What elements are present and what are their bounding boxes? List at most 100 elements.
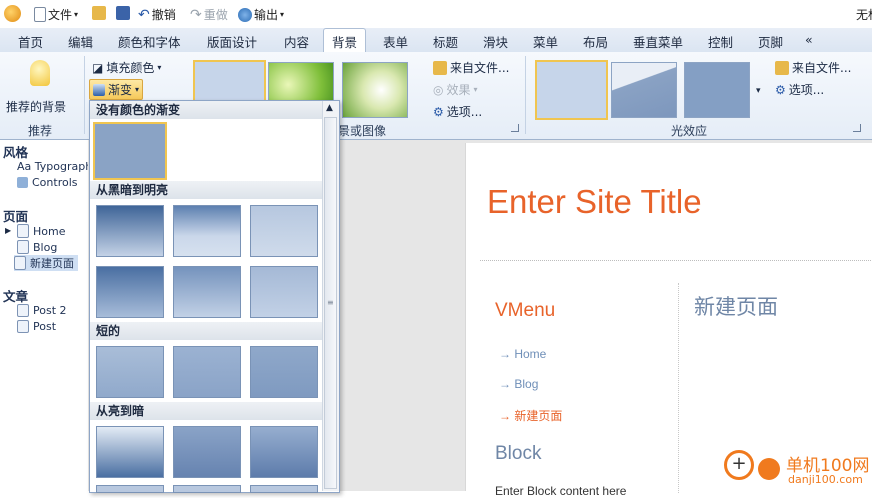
effects-button[interactable]: ◎ 效果 ▾ <box>433 81 478 98</box>
redo-button[interactable]: ↷ 重做 <box>190 6 228 23</box>
globe-icon <box>238 7 252 22</box>
vmenu-item-new-page[interactable]: → 新建页面 <box>499 407 562 424</box>
page-item-blog[interactable]: Blog <box>17 240 57 254</box>
file-menu-button[interactable]: 文件 ▾ <box>34 6 78 23</box>
vmenu-item-home[interactable]: → Home <box>499 347 546 361</box>
posts-section-title: 文章 <box>3 289 29 304</box>
gradient-swatch[interactable] <box>250 346 318 398</box>
gradient-swatch[interactable] <box>173 205 241 257</box>
folder-icon <box>433 60 447 75</box>
light-thumb-2[interactable] <box>611 62 677 118</box>
page-item-home[interactable]: Home <box>17 224 65 238</box>
gradient-swatch[interactable] <box>173 485 241 493</box>
gradient-swatch[interactable] <box>96 346 164 398</box>
typography-item[interactable]: Aa Typography <box>17 160 99 173</box>
header-divider <box>480 260 872 261</box>
post-item-post2[interactable]: Post 2 <box>17 304 67 317</box>
expand-arrow-icon[interactable]: ▶ <box>5 226 11 235</box>
scroll-up-icon[interactable]: ▲ <box>326 103 333 113</box>
from-file-button-1[interactable]: 来自文件... <box>433 59 509 76</box>
from-file-button-2[interactable]: 来自文件... <box>775 59 851 76</box>
left-panel: 风格 Aa Typography Controls 页面 ▶ Home Blog… <box>0 140 99 491</box>
gradient-swatch[interactable] <box>93 122 167 180</box>
scrollbar-thumb[interactable]: ≡ <box>324 117 337 489</box>
options-icon: ⚙ <box>775 82 786 97</box>
folder-icon <box>775 60 789 75</box>
gradient-swatch[interactable] <box>96 205 164 257</box>
tabs-collapse-button[interactable]: « <box>805 32 813 47</box>
undo-button[interactable]: ↶ 撤销 <box>138 6 176 23</box>
gradient-dropdown[interactable]: 没有颜色的渐变 从黑暗到明亮 短的 从亮到暗 ▲ ≡ <box>89 100 340 493</box>
light-thumb-1[interactable] <box>535 60 608 120</box>
tab-controls[interactable]: 控制 <box>708 32 733 51</box>
tab-background[interactable]: 背景 <box>323 28 367 55</box>
gradient-swatch[interactable] <box>250 426 318 478</box>
gradient-swatch[interactable] <box>173 426 241 478</box>
gallery-more-button[interactable]: ▾ <box>756 86 761 96</box>
watermark-circle-icon <box>758 458 780 480</box>
options-button-2[interactable]: ⚙ 选项... <box>775 81 824 98</box>
quick-access-toolbar: 文件▾ ↶ 撤销 ↷ 重做 输出▾ 无标 <box>0 0 872 28</box>
page-heading: 新建页面 <box>694 295 778 319</box>
vmenu-title: VMenu <box>495 300 556 321</box>
gradient-swatch[interactable] <box>250 205 318 257</box>
light-thumb-3[interactable] <box>684 62 750 118</box>
gradient-swatch[interactable] <box>96 266 164 318</box>
dropdown-scrollbar[interactable]: ▲ ≡ <box>322 101 339 491</box>
gradient-swatch[interactable] <box>250 266 318 318</box>
save-button[interactable] <box>116 6 130 20</box>
options-icon: ⚙ <box>433 104 444 119</box>
gradient-swatch[interactable] <box>96 485 164 493</box>
tab-forms[interactable]: 表单 <box>383 32 408 51</box>
open-button[interactable] <box>92 6 106 20</box>
fill-color-button[interactable]: ◪ 填充颜色 ▾ <box>92 59 161 76</box>
controls-item[interactable]: Controls <box>17 176 78 189</box>
section-short: 短的 <box>90 322 322 340</box>
group-launcher[interactable] <box>511 124 519 132</box>
gradient-icon <box>93 83 105 96</box>
gradient-swatch[interactable] <box>96 426 164 478</box>
section-dark-to-light: 从黑暗到明亮 <box>90 181 322 199</box>
tab-content[interactable]: 内容 <box>284 32 309 51</box>
tab-slider[interactable]: 滑块 <box>483 32 508 51</box>
site-title[interactable]: Enter Site Title <box>487 183 702 221</box>
watermark: + 单机100网 danji100.com <box>722 447 872 491</box>
window-title: 无标 <box>856 8 872 22</box>
ribbon-tabs: 首页 编辑 颜色和字体 版面设计 内容 背景 表单 标题 滑块 菜单 布局 垂直… <box>0 28 872 55</box>
recommend-group-label: 推荐 <box>28 124 53 138</box>
tab-footer[interactable]: 页脚 <box>758 32 783 51</box>
gradient-swatch[interactable] <box>173 346 241 398</box>
tab-edit[interactable]: 编辑 <box>68 32 93 51</box>
page-item-new-page[interactable]: 新建页面 <box>14 255 78 271</box>
options-button-1[interactable]: ⚙ 选项... <box>433 103 482 120</box>
gradient-button[interactable]: 渐变 ▾ <box>89 79 144 100</box>
tab-menu[interactable]: 菜单 <box>533 32 558 51</box>
post-icon <box>17 304 29 317</box>
section-light-to-dark: 从亮到暗 <box>90 402 322 420</box>
gradient-swatch[interactable] <box>173 266 241 318</box>
post-item-post[interactable]: Post <box>17 320 56 333</box>
column-divider <box>678 283 679 493</box>
vmenu-item-blog[interactable]: → Blog <box>499 377 538 391</box>
recommended-background-button[interactable]: 推荐的背景 <box>4 56 74 116</box>
paint-bucket-icon: ◪ <box>92 60 104 75</box>
tab-title[interactable]: 标题 <box>433 32 458 51</box>
page-icon <box>17 224 29 238</box>
tab-layout[interactable]: 版面设计 <box>207 32 257 51</box>
export-button[interactable]: 输出 ▾ <box>238 6 284 23</box>
group-launcher[interactable] <box>853 124 861 132</box>
gradient-swatch[interactable] <box>250 485 318 493</box>
app-logo-icon[interactable] <box>4 5 21 22</box>
controls-icon <box>17 177 28 188</box>
tab-home[interactable]: 首页 <box>18 32 43 51</box>
tab-vertical-menu[interactable]: 垂直菜单 <box>633 32 683 51</box>
watermark-logo-icon: + <box>724 450 754 480</box>
bg-thumb-flowers[interactable] <box>342 62 408 118</box>
pages-section-title: 页面 <box>3 209 29 224</box>
site-preview: Enter Site Title VMenu → Home → Blog → 新… <box>465 143 872 498</box>
document-icon <box>34 7 46 22</box>
page-icon <box>14 256 26 270</box>
tab-layout-2[interactable]: 布局 <box>583 32 608 51</box>
section-no-color-gradient: 没有颜色的渐变 <box>90 101 322 119</box>
tab-colors-fonts[interactable]: 颜色和字体 <box>118 32 181 51</box>
